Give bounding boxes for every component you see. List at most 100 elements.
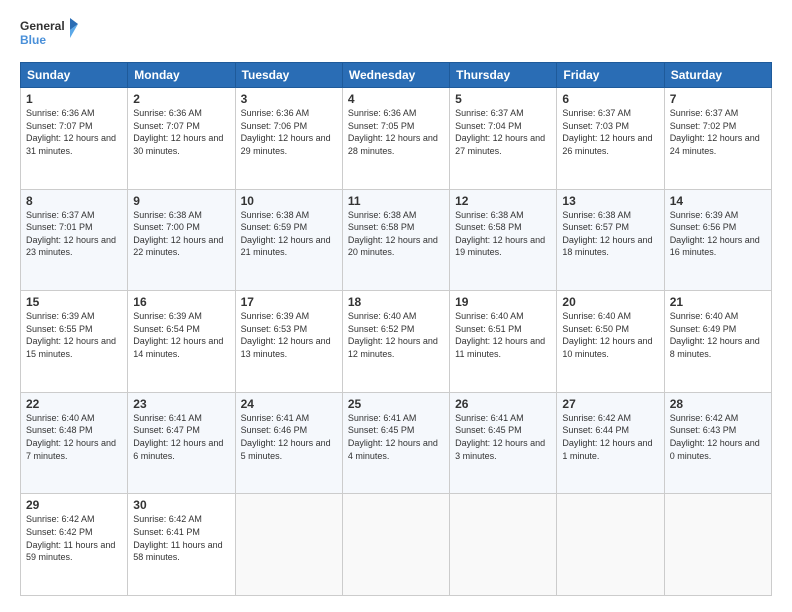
day-number: 8: [26, 194, 122, 208]
day-number: 26: [455, 397, 551, 411]
calendar-cell: 11 Sunrise: 6:38 AMSunset: 6:58 PMDaylig…: [342, 189, 449, 291]
calendar-cell: 15 Sunrise: 6:39 AMSunset: 6:55 PMDaylig…: [21, 291, 128, 393]
calendar-cell: 24 Sunrise: 6:41 AMSunset: 6:46 PMDaylig…: [235, 392, 342, 494]
calendar-week-row: 1 Sunrise: 6:36 AMSunset: 7:07 PMDayligh…: [21, 88, 772, 190]
day-info: Sunrise: 6:40 AMSunset: 6:50 PMDaylight:…: [562, 311, 652, 359]
calendar-cell: 9 Sunrise: 6:38 AMSunset: 7:00 PMDayligh…: [128, 189, 235, 291]
day-number: 2: [133, 92, 229, 106]
calendar-cell: 13 Sunrise: 6:38 AMSunset: 6:57 PMDaylig…: [557, 189, 664, 291]
day-info: Sunrise: 6:37 AMSunset: 7:03 PMDaylight:…: [562, 108, 652, 156]
day-number: 19: [455, 295, 551, 309]
day-info: Sunrise: 6:38 AMSunset: 6:58 PMDaylight:…: [348, 210, 438, 258]
day-info: Sunrise: 6:41 AMSunset: 6:46 PMDaylight:…: [241, 413, 331, 461]
calendar-cell: 14 Sunrise: 6:39 AMSunset: 6:56 PMDaylig…: [664, 189, 771, 291]
col-header-monday: Monday: [128, 63, 235, 88]
day-number: 1: [26, 92, 122, 106]
day-info: Sunrise: 6:36 AMSunset: 7:07 PMDaylight:…: [133, 108, 223, 156]
day-info: Sunrise: 6:39 AMSunset: 6:54 PMDaylight:…: [133, 311, 223, 359]
calendar-cell: [342, 494, 449, 596]
col-header-friday: Friday: [557, 63, 664, 88]
calendar-week-row: 15 Sunrise: 6:39 AMSunset: 6:55 PMDaylig…: [21, 291, 772, 393]
calendar-cell: 17 Sunrise: 6:39 AMSunset: 6:53 PMDaylig…: [235, 291, 342, 393]
day-info: Sunrise: 6:36 AMSunset: 7:05 PMDaylight:…: [348, 108, 438, 156]
calendar-cell: 18 Sunrise: 6:40 AMSunset: 6:52 PMDaylig…: [342, 291, 449, 393]
calendar-cell: [235, 494, 342, 596]
calendar-cell: 1 Sunrise: 6:36 AMSunset: 7:07 PMDayligh…: [21, 88, 128, 190]
day-number: 16: [133, 295, 229, 309]
day-info: Sunrise: 6:42 AMSunset: 6:42 PMDaylight:…: [26, 514, 115, 562]
day-info: Sunrise: 6:40 AMSunset: 6:51 PMDaylight:…: [455, 311, 545, 359]
day-info: Sunrise: 6:42 AMSunset: 6:43 PMDaylight:…: [670, 413, 760, 461]
calendar-header-row: SundayMondayTuesdayWednesdayThursdayFrid…: [21, 63, 772, 88]
logo: General Blue: [20, 16, 80, 54]
day-info: Sunrise: 6:39 AMSunset: 6:56 PMDaylight:…: [670, 210, 760, 258]
calendar-cell: 10 Sunrise: 6:38 AMSunset: 6:59 PMDaylig…: [235, 189, 342, 291]
day-number: 4: [348, 92, 444, 106]
day-number: 30: [133, 498, 229, 512]
day-number: 7: [670, 92, 766, 106]
calendar-cell: 22 Sunrise: 6:40 AMSunset: 6:48 PMDaylig…: [21, 392, 128, 494]
day-info: Sunrise: 6:41 AMSunset: 6:45 PMDaylight:…: [348, 413, 438, 461]
col-header-saturday: Saturday: [664, 63, 771, 88]
day-number: 9: [133, 194, 229, 208]
calendar-table: SundayMondayTuesdayWednesdayThursdayFrid…: [20, 62, 772, 596]
day-info: Sunrise: 6:39 AMSunset: 6:55 PMDaylight:…: [26, 311, 116, 359]
day-number: 25: [348, 397, 444, 411]
day-number: 13: [562, 194, 658, 208]
day-number: 20: [562, 295, 658, 309]
day-number: 23: [133, 397, 229, 411]
calendar-cell: [557, 494, 664, 596]
day-info: Sunrise: 6:38 AMSunset: 7:00 PMDaylight:…: [133, 210, 223, 258]
day-info: Sunrise: 6:41 AMSunset: 6:45 PMDaylight:…: [455, 413, 545, 461]
calendar-cell: 5 Sunrise: 6:37 AMSunset: 7:04 PMDayligh…: [450, 88, 557, 190]
svg-text:Blue: Blue: [20, 33, 46, 47]
day-number: 6: [562, 92, 658, 106]
day-info: Sunrise: 6:36 AMSunset: 7:06 PMDaylight:…: [241, 108, 331, 156]
day-number: 17: [241, 295, 337, 309]
calendar-week-row: 22 Sunrise: 6:40 AMSunset: 6:48 PMDaylig…: [21, 392, 772, 494]
calendar-cell: 30 Sunrise: 6:42 AMSunset: 6:41 PMDaylig…: [128, 494, 235, 596]
col-header-thursday: Thursday: [450, 63, 557, 88]
calendar-cell: 20 Sunrise: 6:40 AMSunset: 6:50 PMDaylig…: [557, 291, 664, 393]
day-number: 15: [26, 295, 122, 309]
calendar-week-row: 8 Sunrise: 6:37 AMSunset: 7:01 PMDayligh…: [21, 189, 772, 291]
day-info: Sunrise: 6:38 AMSunset: 6:57 PMDaylight:…: [562, 210, 652, 258]
calendar-cell: 6 Sunrise: 6:37 AMSunset: 7:03 PMDayligh…: [557, 88, 664, 190]
svg-text:General: General: [20, 19, 65, 33]
calendar-cell: 21 Sunrise: 6:40 AMSunset: 6:49 PMDaylig…: [664, 291, 771, 393]
header: General Blue: [20, 16, 772, 54]
calendar-cell: 12 Sunrise: 6:38 AMSunset: 6:58 PMDaylig…: [450, 189, 557, 291]
col-header-tuesday: Tuesday: [235, 63, 342, 88]
day-info: Sunrise: 6:41 AMSunset: 6:47 PMDaylight:…: [133, 413, 223, 461]
day-info: Sunrise: 6:38 AMSunset: 6:58 PMDaylight:…: [455, 210, 545, 258]
day-info: Sunrise: 6:42 AMSunset: 6:41 PMDaylight:…: [133, 514, 222, 562]
calendar-cell: 3 Sunrise: 6:36 AMSunset: 7:06 PMDayligh…: [235, 88, 342, 190]
day-number: 22: [26, 397, 122, 411]
calendar-cell: 8 Sunrise: 6:37 AMSunset: 7:01 PMDayligh…: [21, 189, 128, 291]
calendar-cell: 7 Sunrise: 6:37 AMSunset: 7:02 PMDayligh…: [664, 88, 771, 190]
day-number: 28: [670, 397, 766, 411]
calendar-cell: 28 Sunrise: 6:42 AMSunset: 6:43 PMDaylig…: [664, 392, 771, 494]
day-number: 3: [241, 92, 337, 106]
day-number: 21: [670, 295, 766, 309]
calendar-cell: [450, 494, 557, 596]
general-blue-logo: General Blue: [20, 16, 80, 54]
day-info: Sunrise: 6:40 AMSunset: 6:49 PMDaylight:…: [670, 311, 760, 359]
day-number: 29: [26, 498, 122, 512]
calendar-week-row: 29 Sunrise: 6:42 AMSunset: 6:42 PMDaylig…: [21, 494, 772, 596]
day-number: 10: [241, 194, 337, 208]
day-info: Sunrise: 6:40 AMSunset: 6:48 PMDaylight:…: [26, 413, 116, 461]
day-number: 14: [670, 194, 766, 208]
page: General Blue SundayMondayTuesdayWednesda…: [0, 0, 792, 612]
day-info: Sunrise: 6:36 AMSunset: 7:07 PMDaylight:…: [26, 108, 116, 156]
calendar-cell: 25 Sunrise: 6:41 AMSunset: 6:45 PMDaylig…: [342, 392, 449, 494]
day-number: 27: [562, 397, 658, 411]
day-info: Sunrise: 6:38 AMSunset: 6:59 PMDaylight:…: [241, 210, 331, 258]
day-number: 5: [455, 92, 551, 106]
day-number: 24: [241, 397, 337, 411]
col-header-wednesday: Wednesday: [342, 63, 449, 88]
calendar-cell: 19 Sunrise: 6:40 AMSunset: 6:51 PMDaylig…: [450, 291, 557, 393]
calendar-cell: [664, 494, 771, 596]
day-info: Sunrise: 6:39 AMSunset: 6:53 PMDaylight:…: [241, 311, 331, 359]
day-info: Sunrise: 6:37 AMSunset: 7:02 PMDaylight:…: [670, 108, 760, 156]
